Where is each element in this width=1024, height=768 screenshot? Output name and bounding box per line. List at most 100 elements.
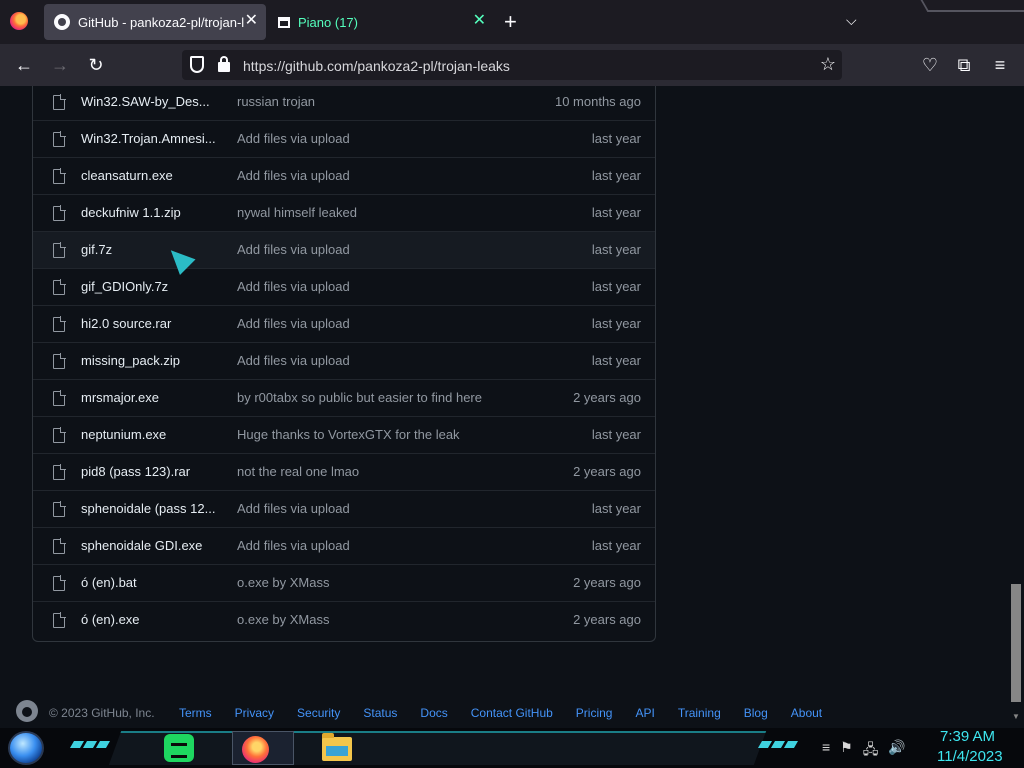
scrollbar-thumb[interactable] bbox=[1011, 584, 1021, 702]
footer-link-about[interactable]: About bbox=[791, 706, 822, 720]
file-name-link[interactable]: neptunium.exe bbox=[81, 427, 221, 442]
commit-message-link[interactable]: Huge thanks to VortexGTX for the leak bbox=[237, 427, 527, 442]
tray-overflow-icon[interactable]: ≡ bbox=[822, 739, 830, 763]
tab-piano[interactable]: Piano (17) ✕ bbox=[268, 4, 494, 40]
tracking-protection-shield-icon[interactable] bbox=[190, 56, 204, 73]
table-row[interactable]: missing_pack.zip Add files via upload last… bbox=[33, 342, 655, 379]
commit-message-link[interactable]: Add files via upload bbox=[237, 242, 527, 257]
github-footer: © 2023 GitHub, Inc. Terms Privacy Security… bbox=[0, 700, 1008, 728]
footer-link-docs[interactable]: Docs bbox=[420, 706, 447, 720]
new-tab-button[interactable]: + bbox=[504, 11, 517, 33]
spotify-icon[interactable] bbox=[160, 731, 200, 765]
table-row[interactable]: ó (en).exe o.exe by XMass 2 years ago bbox=[33, 601, 655, 638]
file-name-link[interactable]: sphenoidale GDI.exe bbox=[81, 538, 221, 553]
footer-links: Terms Privacy Security Status Docs Contact Gi… bbox=[179, 706, 845, 720]
commit-message-link[interactable]: Add files via upload bbox=[237, 131, 527, 146]
url-bar[interactable]: https://github.com/pankoza2-pl/trojan-le… bbox=[182, 50, 842, 80]
pocket-button[interactable]: ♡ bbox=[918, 53, 942, 77]
file-icon bbox=[53, 131, 66, 147]
footer-link-contact-github[interactable]: Contact GitHub bbox=[471, 706, 553, 720]
commit-message-link[interactable]: o.exe by XMass bbox=[237, 612, 527, 627]
url-text[interactable]: https://github.com/pankoza2-pl/trojan-le… bbox=[243, 58, 510, 74]
file-name-link[interactable]: ó (en).bat bbox=[81, 575, 221, 590]
commit-date: 2 years ago bbox=[573, 612, 641, 627]
table-row[interactable]: sphenoidale GDI.exe Add files via upload l… bbox=[33, 527, 655, 564]
close-icon[interactable]: ✕ bbox=[473, 13, 486, 29]
close-icon[interactable]: ✕ bbox=[245, 13, 258, 29]
table-row[interactable]: hi2.0 source.rar Add files via upload last… bbox=[33, 305, 655, 342]
taskbar-decoration-right bbox=[757, 741, 799, 748]
commit-message-link[interactable]: russian trojan bbox=[237, 94, 527, 109]
file-name-link[interactable]: deckufniw 1.1.zip bbox=[81, 205, 221, 220]
commit-message-link[interactable]: Add files via upload bbox=[237, 501, 527, 516]
footer-link-terms[interactable]: Terms bbox=[179, 706, 212, 720]
commit-message-link[interactable]: by r00tabx so public but easier to find … bbox=[237, 390, 527, 405]
bookmark-star-icon[interactable]: ☆ bbox=[820, 54, 836, 75]
file-name-link[interactable]: mrsmajor.exe bbox=[81, 390, 221, 405]
lock-icon[interactable] bbox=[218, 56, 230, 72]
app-menu-button[interactable]: ≡ bbox=[988, 53, 1012, 77]
back-button[interactable]: ← bbox=[12, 53, 36, 77]
file-name-link[interactable]: Win32.SAW-by_Des... bbox=[81, 94, 221, 109]
table-row[interactable]: Win32.SAW-by_Des... russian trojan 10 mont… bbox=[33, 86, 655, 120]
clock-time[interactable]: 7:39 AM bbox=[940, 728, 995, 745]
file-name-link[interactable]: hi2.0 source.rar bbox=[81, 316, 221, 331]
commit-message-link[interactable]: Add files via upload bbox=[237, 538, 527, 553]
page-scrollbar[interactable]: ▼ bbox=[1008, 86, 1024, 728]
list-all-tabs-button[interactable]: ⌵ bbox=[846, 12, 857, 29]
footer-link-training[interactable]: Training bbox=[678, 706, 721, 720]
start-button[interactable] bbox=[8, 731, 44, 765]
table-row[interactable]: deckufniw 1.1.zip nywal himself leaked las… bbox=[33, 194, 655, 231]
table-row[interactable]: Win32.Trojan.Amnesi... Add files via uplo… bbox=[33, 120, 655, 157]
scroll-down-arrow-icon[interactable]: ▼ bbox=[1012, 712, 1020, 721]
firefox-icon[interactable] bbox=[232, 731, 294, 765]
commit-message-link[interactable]: nywal himself leaked bbox=[237, 205, 527, 220]
file-name-link[interactable]: Win32.Trojan.Amnesi... bbox=[81, 131, 221, 146]
file-name-link[interactable]: missing_pack.zip bbox=[81, 353, 221, 368]
commit-date: 10 months ago bbox=[554, 94, 641, 109]
clock-date[interactable]: 11/4/2023 bbox=[937, 748, 1003, 765]
commit-message-link[interactable]: Add files via upload bbox=[237, 168, 527, 183]
footer-link-blog[interactable]: Blog bbox=[744, 706, 768, 720]
reload-button[interactable]: ↻ bbox=[84, 53, 108, 77]
file-name-link[interactable]: sphenoidale (pass 12... bbox=[81, 501, 221, 516]
file-name-link[interactable]: gif.7z bbox=[81, 242, 221, 257]
footer-link-status[interactable]: Status bbox=[363, 706, 397, 720]
volume-icon[interactable]: 🔊 bbox=[888, 739, 905, 763]
flag-icon[interactable]: ⚑ bbox=[840, 739, 853, 763]
file-name-link[interactable]: cleansaturn.exe bbox=[81, 168, 221, 183]
footer-link-security[interactable]: Security bbox=[297, 706, 340, 720]
commit-message-link[interactable]: not the real one lmao bbox=[237, 464, 527, 479]
table-row[interactable]: mrsmajor.exe by r00tabx so public but eas… bbox=[33, 379, 655, 416]
commit-message-link[interactable]: Add files via upload bbox=[237, 279, 527, 294]
table-row[interactable]: gif_GDIOnly.7z Add files via upload last y… bbox=[33, 268, 655, 305]
commit-date: 2 years ago bbox=[573, 390, 641, 405]
network-icon[interactable]: 🖧 bbox=[863, 739, 879, 763]
table-row[interactable]: neptunium.exe Huge thanks to VortexGTX fo… bbox=[33, 416, 655, 453]
footer-link-api[interactable]: API bbox=[635, 706, 654, 720]
file-icon bbox=[53, 205, 66, 221]
table-row[interactable]: gif.7z Add files via upload last year bbox=[33, 231, 655, 268]
footer-link-privacy[interactable]: Privacy bbox=[235, 706, 274, 720]
table-row[interactable]: pid8 (pass 123).rar not the real one lmao… bbox=[33, 453, 655, 490]
forward-button[interactable]: → bbox=[48, 53, 72, 77]
system-tray: ≡ ⚑ 🖧 🔊 bbox=[822, 739, 906, 763]
github-logo-icon[interactable] bbox=[16, 700, 38, 722]
commit-date: last year bbox=[591, 131, 641, 146]
file-name-link[interactable]: gif_GDIOnly.7z bbox=[81, 279, 221, 294]
table-row[interactable]: ó (en).bat o.exe by XMass 2 years ago bbox=[33, 564, 655, 601]
commit-message-link[interactable]: o.exe by XMass bbox=[237, 575, 527, 590]
commit-message-link[interactable]: Add files via upload bbox=[237, 353, 527, 368]
tab-github[interactable]: GitHub - pankoza2-pl/trojan-leaks ✕ bbox=[44, 4, 266, 40]
file-name-link[interactable]: ó (en).exe bbox=[81, 612, 221, 627]
commit-date: last year bbox=[591, 501, 641, 516]
commit-message-link[interactable]: Add files via upload bbox=[237, 316, 527, 331]
browser-tab-strip: GitHub - pankoza2-pl/trojan-leaks ✕ Pian… bbox=[0, 0, 1024, 44]
file-explorer-icon[interactable] bbox=[318, 731, 358, 765]
table-row[interactable]: cleansaturn.exe Add files via upload last … bbox=[33, 157, 655, 194]
extensions-button[interactable]: ⧉ bbox=[952, 53, 976, 77]
file-name-link[interactable]: pid8 (pass 123).rar bbox=[81, 464, 221, 479]
table-row[interactable]: sphenoidale (pass 12... Add files via upl… bbox=[33, 490, 655, 527]
footer-link-pricing[interactable]: Pricing bbox=[576, 706, 613, 720]
firefox-logo-icon[interactable] bbox=[10, 12, 28, 30]
